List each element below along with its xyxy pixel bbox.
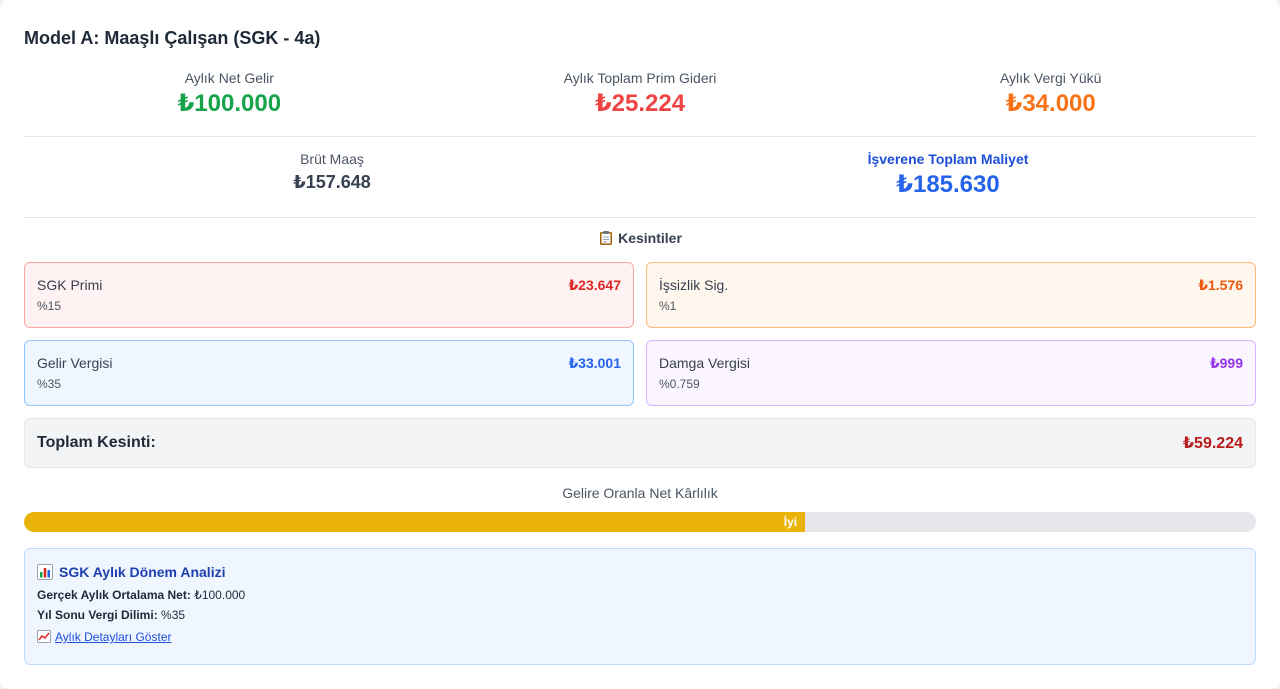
deduction-name: İşsizlik Sig. [659, 277, 729, 293]
page-title: Model A: Maaşlı Çalışan (SGK - 4a) [24, 28, 321, 48]
deduction-name: Damga Vergisi [659, 355, 751, 371]
monthly-details-label: Aylık Detayları Göster [55, 630, 172, 644]
gross-salary-stat: Brüt Maaş ₺157.648 [24, 150, 640, 206]
deduction-rate: %0.759 [659, 377, 700, 391]
total-deduction-label: Toplam Kesinti: [37, 434, 156, 451]
profitability-rating: İyi [783, 515, 798, 529]
analysis-heading: SGK Aylık Dönem Analizi [37, 562, 1243, 582]
deduction-rate: %35 [37, 377, 62, 391]
deduction-amount: ₺1.576 [1198, 277, 1243, 293]
salary-row: Brüt Maaş ₺157.648 İşverene Toplam Maliy… [24, 150, 1256, 206]
monthly-details-link[interactable]: Aylık Detayları Göster [37, 630, 171, 644]
total-deduction-value: ₺59.224 [1182, 435, 1243, 452]
deduction-rate: %15 [37, 299, 62, 313]
tax-bracket-value: %35 [161, 608, 186, 622]
deduction-name: Gelir Vergisi [37, 355, 113, 371]
deduction-amount: ₺23.647 [568, 277, 621, 293]
tax-bracket-label: Yıl Sonu Vergi Dilimi: [37, 608, 158, 622]
divider [24, 136, 1256, 137]
deduction-card-stamp-tax: Damga Vergisi %0.759 ₺999 [646, 340, 1256, 406]
tax-stat: Aylık Vergi Yükü ₺34.000 [845, 69, 1256, 125]
profitability-progress-fill: İyi [24, 512, 806, 532]
total-deduction-bar: Toplam Kesinti: ₺59.224 [24, 418, 1256, 468]
trend-chart-icon [37, 630, 51, 643]
profitability-label: Gelire Oranla Net Kârlılık [562, 485, 718, 501]
avg-net-line: Gerçek Aylık Ortalama Net: ₺100.000 [37, 588, 1243, 602]
deductions-heading-label: Kesintiler [618, 230, 682, 246]
bar-chart-icon [37, 564, 53, 580]
deduction-name: SGK Primi [37, 277, 103, 293]
employer-cost-label: İşverene Toplam Maliyet [867, 151, 1029, 167]
premium-stat: Aylık Toplam Prim Gideri ₺25.224 [435, 69, 846, 125]
deductions-heading: Kesintiler [0, 230, 1280, 246]
deduction-amount: ₺999 [1209, 355, 1243, 371]
clipboard-icon [598, 230, 614, 246]
tax-bracket-line: Yıl Sonu Vergi Dilimi: %35 [37, 608, 1243, 622]
employer-cost-value: ₺185.630 [896, 171, 1000, 198]
deduction-card-unemployment: İşsizlik Sig. %1 ₺1.576 [646, 262, 1256, 328]
gross-salary-value: ₺157.648 [293, 172, 371, 192]
deduction-rate: %1 [659, 299, 677, 313]
deduction-card-sgk: SGK Primi %15 ₺23.647 [24, 262, 634, 328]
deduction-amount: ₺33.001 [568, 355, 621, 371]
avg-net-label: Gerçek Aylık Ortalama Net: [37, 588, 191, 602]
sgk-analysis-panel: SGK Aylık Dönem Analizi Gerçek Aylık Ort… [24, 548, 1256, 665]
calculator-card: Model A: Maaşlı Çalışan (SGK - 4a) Aylık… [0, 0, 1280, 689]
gross-salary-label: Brüt Maaş [300, 151, 364, 167]
divider [24, 217, 1256, 218]
net-income-label: Aylık Net Gelir [184, 70, 274, 86]
deduction-card-income-tax: Gelir Vergisi %35 ₺33.001 [24, 340, 634, 406]
premium-value: ₺25.224 [594, 90, 686, 117]
analysis-heading-label: SGK Aylık Dönem Analizi [59, 564, 226, 580]
avg-net-value: ₺100.000 [194, 588, 246, 602]
profitability-progress-bar: İyi [24, 512, 1256, 532]
tax-value: ₺34.000 [1005, 90, 1096, 117]
net-income-value: ₺100.000 [177, 90, 282, 117]
summary-row: Aylık Net Gelir ₺100.000 Aylık Toplam Pr… [24, 69, 1256, 125]
tax-label: Aylık Vergi Yükü [999, 70, 1102, 86]
net-income-stat: Aylık Net Gelir ₺100.000 [24, 69, 435, 125]
premium-label: Aylık Toplam Prim Gideri [563, 70, 717, 86]
employer-cost-stat: İşverene Toplam Maliyet ₺185.630 [640, 150, 1256, 206]
